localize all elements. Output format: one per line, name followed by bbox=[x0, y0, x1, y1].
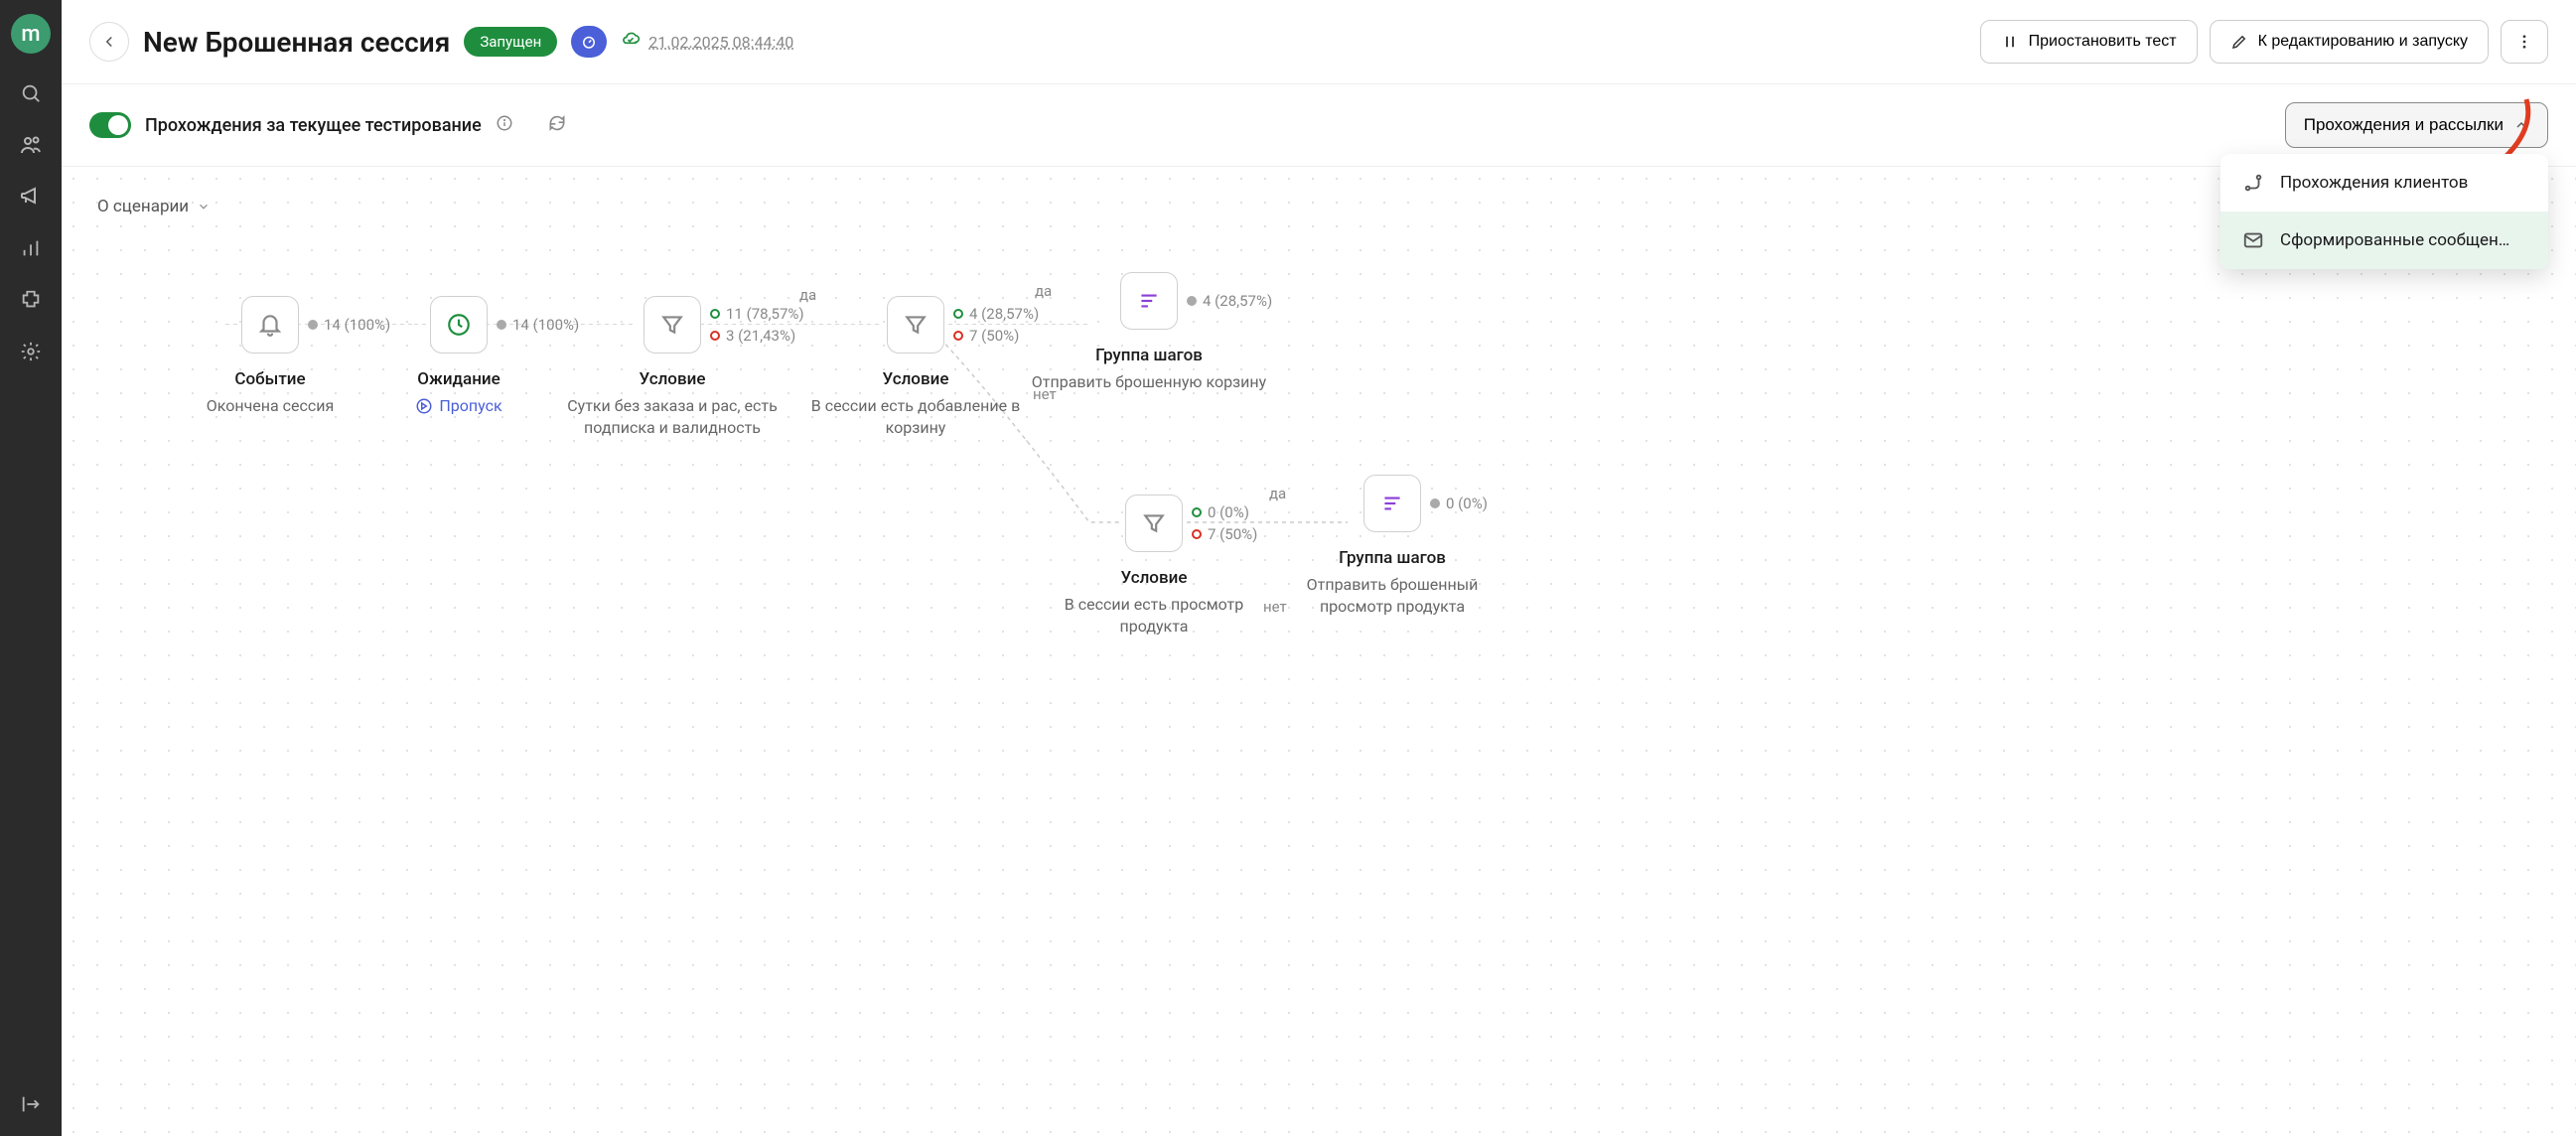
node-condition-1[interactable]: 11 (78,57%) 3 (21,43%) Условие Сутки без… bbox=[553, 296, 791, 440]
status-badge: Запущен bbox=[464, 27, 557, 57]
canvas[interactable]: О сценарии 14 (100%) С bbox=[62, 167, 2576, 1136]
menu-item-client-passes[interactable]: Прохождения клиентов bbox=[2220, 154, 2548, 212]
sidebar: m bbox=[0, 0, 62, 1136]
edit-button[interactable]: К редактированию и запуску bbox=[2210, 20, 2489, 64]
logo: m bbox=[11, 14, 51, 54]
bell-icon bbox=[257, 312, 283, 338]
header-actions: Приостановить тест К редактированию и за… bbox=[1980, 20, 2548, 64]
node-box: 11 (78,57%) 3 (21,43%) bbox=[644, 296, 701, 354]
chevron-down-icon bbox=[197, 200, 211, 213]
pause-label: Приостановить тест bbox=[2029, 33, 2177, 51]
node-subtitle: Пропуск bbox=[415, 395, 501, 417]
refresh-icon[interactable] bbox=[547, 113, 567, 137]
dropdown-passes[interactable]: Прохождения и рассылки bbox=[2285, 102, 2548, 148]
node-box: 4 (28,57%) 7 (50%) bbox=[887, 296, 944, 354]
users-icon[interactable] bbox=[19, 133, 43, 157]
list-icon bbox=[1379, 491, 1405, 516]
chevron-up-icon bbox=[2513, 117, 2529, 133]
cloud-check-icon bbox=[621, 30, 641, 54]
node-title: Событие bbox=[234, 369, 305, 389]
node-subtitle: Сутки без заказа и рас, есть подписка и … bbox=[553, 395, 791, 440]
node-condition-3[interactable]: 0 (0%) 7 (50%) Условие В сессии есть про… bbox=[1035, 495, 1273, 639]
node-box: 14 (100%) bbox=[241, 296, 299, 354]
skip-icon bbox=[415, 397, 433, 415]
menu-item-formed-messages[interactable]: Сформированные сообщен… bbox=[2220, 212, 2548, 269]
dots-vertical-icon bbox=[2515, 33, 2533, 51]
pause-icon bbox=[2001, 33, 2019, 51]
node-box: 0 (0%) bbox=[1363, 475, 1421, 532]
gear-icon[interactable] bbox=[19, 340, 43, 363]
node-stats: 4 (28,57%) 7 (50%) bbox=[953, 305, 1039, 345]
node-title: Группа шагов bbox=[1339, 548, 1446, 568]
node-step-group-1[interactable]: 4 (28,57%) Группа шагов Отправить брошен… bbox=[1030, 272, 1268, 393]
header: New Брошенная сессия Запущен 21.02.2025 … bbox=[62, 0, 2576, 84]
filter-icon bbox=[659, 312, 685, 338]
node-title: Условие bbox=[640, 369, 706, 389]
more-button[interactable] bbox=[2501, 20, 2548, 64]
pause-button[interactable]: Приостановить тест bbox=[1980, 20, 2198, 64]
puzzle-icon[interactable] bbox=[19, 288, 43, 312]
mail-icon bbox=[2242, 229, 2264, 251]
scenario-dropdown[interactable]: О сценарии bbox=[97, 197, 211, 216]
menu-item-label: Прохождения клиентов bbox=[2280, 173, 2468, 193]
node-stats: 0 (0%) 7 (50%) bbox=[1192, 503, 1257, 543]
node-title: Группа шагов bbox=[1095, 346, 1203, 365]
toggle-label: Прохождения за текущее тестирование bbox=[145, 115, 482, 136]
node-step-group-2[interactable]: 0 (0%) Группа шагов Отправить брошенный … bbox=[1273, 475, 1511, 619]
toggle-passes[interactable] bbox=[89, 112, 131, 138]
main: New Брошенная сессия Запущен 21.02.2025 … bbox=[62, 0, 2576, 1136]
info-icon[interactable] bbox=[496, 114, 513, 136]
node-subtitle: Отправить брошенную корзину bbox=[1032, 371, 1266, 393]
speed-badge[interactable] bbox=[571, 26, 607, 58]
pencil-icon bbox=[2230, 33, 2248, 51]
back-button[interactable] bbox=[89, 22, 129, 62]
list-icon bbox=[1136, 288, 1162, 314]
node-subtitle: В сессии есть добавление в корзину bbox=[796, 395, 1035, 440]
node-subtitle: Окончена сессия bbox=[207, 395, 335, 417]
megaphone-icon[interactable] bbox=[19, 185, 43, 209]
filter-icon bbox=[903, 312, 929, 338]
menu-item-label: Сформированные сообщен… bbox=[2280, 230, 2509, 250]
page-title: New Брошенная сессия bbox=[143, 26, 450, 59]
clock-icon bbox=[446, 312, 472, 338]
node-condition-2[interactable]: 4 (28,57%) 7 (50%) Условие В сессии есть… bbox=[796, 296, 1035, 440]
timestamp[interactable]: 21.02.2025 08:44:40 bbox=[621, 30, 793, 54]
edit-label: К редактированию и запуску bbox=[2258, 33, 2468, 51]
node-box: 14 (100%) bbox=[430, 296, 488, 354]
chart-icon[interactable] bbox=[19, 236, 43, 260]
node-box: 4 (28,57%) bbox=[1120, 272, 1178, 330]
timestamp-text: 21.02.2025 08:44:40 bbox=[648, 33, 793, 52]
node-stats: 4 (28,57%) bbox=[1187, 292, 1272, 310]
node-subtitle: В сессии есть просмотр продукта bbox=[1035, 594, 1273, 639]
path-icon bbox=[2242, 172, 2264, 194]
node-subtitle: Отправить брошенный просмотр продукта bbox=[1273, 574, 1511, 619]
node-box: 0 (0%) 7 (50%) bbox=[1125, 495, 1183, 552]
node-title: Условие bbox=[883, 369, 949, 389]
search-icon[interactable] bbox=[19, 81, 43, 105]
scenario-label-text: О сценарии bbox=[97, 197, 189, 216]
dropdown-label: Прохождения и рассылки bbox=[2304, 115, 2504, 135]
filter-icon bbox=[1141, 510, 1167, 536]
node-wait[interactable]: 14 (100%) Ожидание Пропуск bbox=[340, 296, 578, 417]
node-title: Ожидание bbox=[417, 369, 501, 389]
node-title: Условие bbox=[1121, 568, 1188, 588]
dropdown-menu: Прохождения клиентов Сформированные сооб… bbox=[2220, 154, 2548, 269]
node-stats: 11 (78,57%) 3 (21,43%) bbox=[710, 305, 804, 345]
subheader: Прохождения за текущее тестирование Прох… bbox=[62, 84, 2576, 167]
node-stats: 0 (0%) bbox=[1430, 495, 1488, 512]
exit-icon[interactable] bbox=[19, 1092, 43, 1116]
